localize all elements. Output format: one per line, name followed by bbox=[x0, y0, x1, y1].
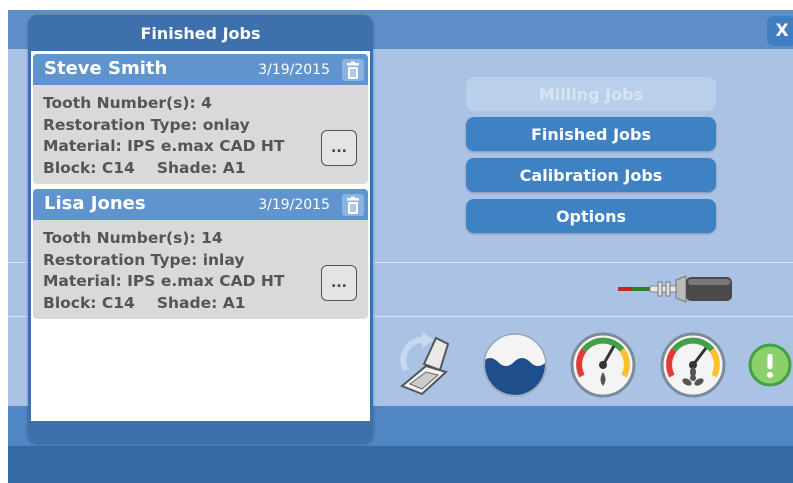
shade-label: Shade: bbox=[156, 293, 218, 312]
restoration-type-label: Restoration Type: bbox=[43, 115, 198, 134]
block-label: Block: bbox=[43, 158, 97, 177]
material-value: IPS e.max CAD HT bbox=[127, 137, 285, 155]
block-label: Block: bbox=[43, 293, 97, 312]
patient-name: Steve Smith bbox=[44, 58, 168, 79]
patient-name: Lisa Jones bbox=[44, 193, 146, 214]
job-details: Tooth Number(s): 14 Restoration Type: in… bbox=[43, 228, 284, 314]
material-label: Material: bbox=[43, 272, 122, 290]
more-options-button[interactable]: ... bbox=[321, 130, 357, 166]
block-value: C14 bbox=[101, 293, 135, 312]
restoration-type-value: inlay bbox=[202, 250, 245, 269]
alert-icon[interactable] bbox=[748, 343, 792, 387]
tooth-value: 14 bbox=[201, 229, 223, 247]
block-value: C14 bbox=[101, 158, 135, 177]
door-open-icon bbox=[400, 332, 450, 396]
close-button[interactable]: X bbox=[767, 16, 793, 46]
finished-jobs-panel: Finished Jobs Steve Smith 3/19/2015 Toot… bbox=[28, 15, 373, 443]
restoration-type-label: Restoration Type: bbox=[43, 250, 198, 269]
job-card[interactable]: Steve Smith 3/19/2015 Tooth Number(s): 4… bbox=[33, 54, 368, 184]
calibration-jobs-button[interactable]: Calibration Jobs bbox=[466, 158, 716, 192]
job-details: Tooth Number(s): 4 Restoration Type: onl… bbox=[43, 93, 284, 179]
shade-value: A1 bbox=[222, 293, 246, 312]
pressure-gauge-icon bbox=[570, 332, 636, 398]
jobs-list: Steve Smith 3/19/2015 Tooth Number(s): 4… bbox=[31, 51, 370, 421]
job-card[interactable]: Lisa Jones 3/19/2015 Tooth Number(s): 14… bbox=[33, 189, 368, 319]
water-level-icon bbox=[483, 333, 547, 397]
panel-title: Finished Jobs bbox=[140, 23, 261, 43]
options-button[interactable]: Options bbox=[466, 199, 716, 233]
job-header: Steve Smith 3/19/2015 bbox=[33, 54, 368, 85]
material-label: Material: bbox=[43, 137, 122, 155]
tooth-value: 4 bbox=[201, 94, 212, 112]
tooth-label: Tooth Number(s): bbox=[43, 94, 196, 112]
job-header: Lisa Jones 3/19/2015 bbox=[33, 189, 368, 220]
tooth-label: Tooth Number(s): bbox=[43, 229, 196, 247]
more-options-button[interactable]: ... bbox=[321, 265, 357, 301]
milling-jobs-button: Milling Jobs bbox=[466, 77, 716, 111]
restoration-type-value: onlay bbox=[202, 115, 250, 134]
job-date: 3/19/2015 bbox=[258, 197, 330, 213]
shade-label: Shade: bbox=[156, 158, 218, 177]
finished-jobs-button[interactable]: Finished Jobs bbox=[466, 117, 716, 151]
trash-icon[interactable] bbox=[342, 194, 364, 216]
material-value: IPS e.max CAD HT bbox=[127, 272, 285, 290]
footer-bar bbox=[8, 446, 793, 483]
fan-gauge-icon bbox=[660, 332, 726, 398]
job-date: 3/19/2015 bbox=[258, 62, 330, 78]
tool-icon bbox=[618, 275, 732, 303]
trash-icon[interactable] bbox=[342, 59, 364, 81]
shade-value: A1 bbox=[222, 158, 246, 177]
